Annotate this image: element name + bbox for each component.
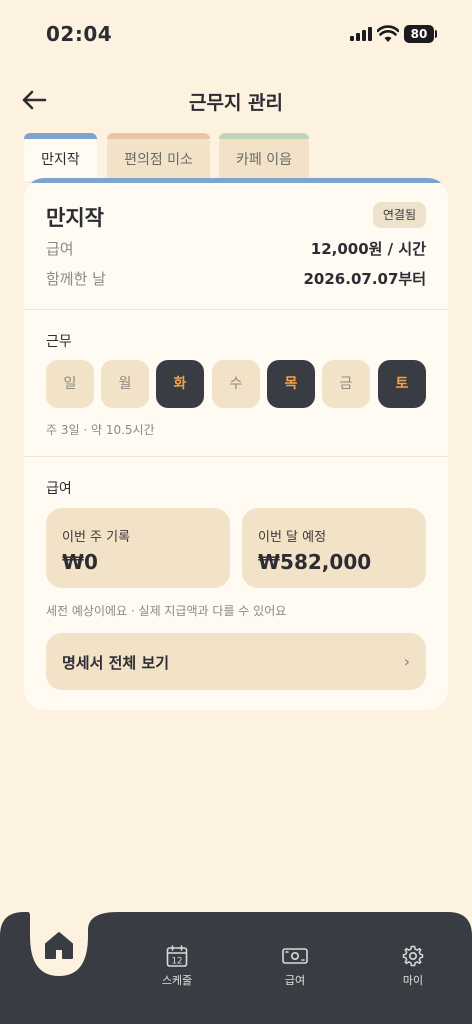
signal-icon xyxy=(350,27,372,41)
this-month-value: ₩582,000 xyxy=(258,550,372,574)
tab-color-strip xyxy=(219,133,309,139)
this-month-label: 이번 달 예정 xyxy=(258,530,327,545)
day-wed[interactable]: 수 xyxy=(212,360,260,408)
tab-label: 카페 이음 xyxy=(236,152,292,168)
wage-row: 급여 12,000원 / 시간 xyxy=(46,238,426,260)
nav-item-pay[interactable]: 급여 xyxy=(260,944,330,988)
money-icon xyxy=(282,948,308,964)
gear-icon xyxy=(402,945,424,967)
statement-label: 명세서 전체 보기 xyxy=(62,654,170,672)
this-week-pay-card: 이번 주 기록 ₩0 xyxy=(46,508,230,588)
divider xyxy=(24,456,448,457)
weekday-selector: 일 월 화 수 목 금 토 xyxy=(46,360,426,408)
day-thu[interactable]: 목 xyxy=(267,360,315,408)
nav-label: 급여 xyxy=(284,974,306,987)
tab-label: 만지작 xyxy=(41,152,80,168)
tab-color-strip xyxy=(107,133,210,139)
wage-value: 12,000원 / 시간 xyxy=(310,240,426,258)
nav-item-schedule[interactable]: 12 스케줄 xyxy=(142,944,212,988)
this-week-label: 이번 주 기록 xyxy=(62,530,131,545)
chevron-right-icon: › xyxy=(403,652,410,671)
battery-icon: 80 xyxy=(404,25,434,43)
day-mon[interactable]: 월 xyxy=(101,360,149,408)
divider xyxy=(24,309,448,310)
workplace-card: 만지작 연결됨 급여 12,000원 / 시간 함께한 날 2026.07.07… xyxy=(24,178,448,710)
home-icon xyxy=(45,932,73,959)
wage-label: 급여 xyxy=(46,240,74,258)
day-sun[interactable]: 일 xyxy=(46,360,94,408)
home-button[interactable] xyxy=(36,922,82,968)
pay-note: 세전 예상이에요 · 실제 지급액과 다를 수 있어요 xyxy=(46,604,287,618)
this-week-value: ₩0 xyxy=(62,550,98,574)
workplace-name: 만지작 xyxy=(46,206,104,230)
tab-convenience-store[interactable]: 편의점 미소 xyxy=(107,133,210,181)
nav-label: 스케줄 xyxy=(161,974,193,987)
status-time: 02:04 xyxy=(46,22,113,46)
tab-cafe[interactable]: 카페 이음 xyxy=(219,133,309,181)
battery-cap xyxy=(435,30,437,38)
calendar-date: 12 xyxy=(172,957,183,967)
status-bar: 02:04 80 xyxy=(0,0,472,70)
status-badge: 연결됨 xyxy=(372,202,426,228)
card-color-line xyxy=(24,178,448,183)
view-statement-button[interactable]: 명세서 전체 보기 › xyxy=(46,633,426,690)
day-fri[interactable]: 금 xyxy=(322,360,370,408)
tab-color-strip xyxy=(24,133,97,139)
pay-title: 급여 xyxy=(46,481,72,497)
tab-label: 편의점 미소 xyxy=(124,152,193,168)
since-value: 2026.07.07부터 xyxy=(303,270,427,288)
this-month-pay-card: 이번 달 예정 ₩582,000 xyxy=(242,508,426,588)
page-title: 근무지 관리 xyxy=(188,92,283,114)
day-sat[interactable]: 토 xyxy=(378,360,426,408)
tab-manjijak[interactable]: 만지작 xyxy=(24,133,97,181)
header: 근무지 관리 xyxy=(0,80,472,120)
schedule-title: 근무 xyxy=(46,334,72,350)
nav-item-my[interactable]: 마이 xyxy=(378,944,448,988)
since-row: 함께한 날 2026.07.07부터 xyxy=(46,268,426,290)
bottom-nav: 12 스케줄 급여 마이 xyxy=(0,912,472,1024)
since-label: 함께한 날 xyxy=(46,270,106,288)
schedule-summary: 주 3일 · 약 10.5시간 xyxy=(46,423,155,437)
wifi-icon xyxy=(377,25,399,42)
nav-label: 마이 xyxy=(402,974,424,987)
calendar-icon: 12 xyxy=(166,945,188,967)
day-tue[interactable]: 화 xyxy=(156,360,204,408)
